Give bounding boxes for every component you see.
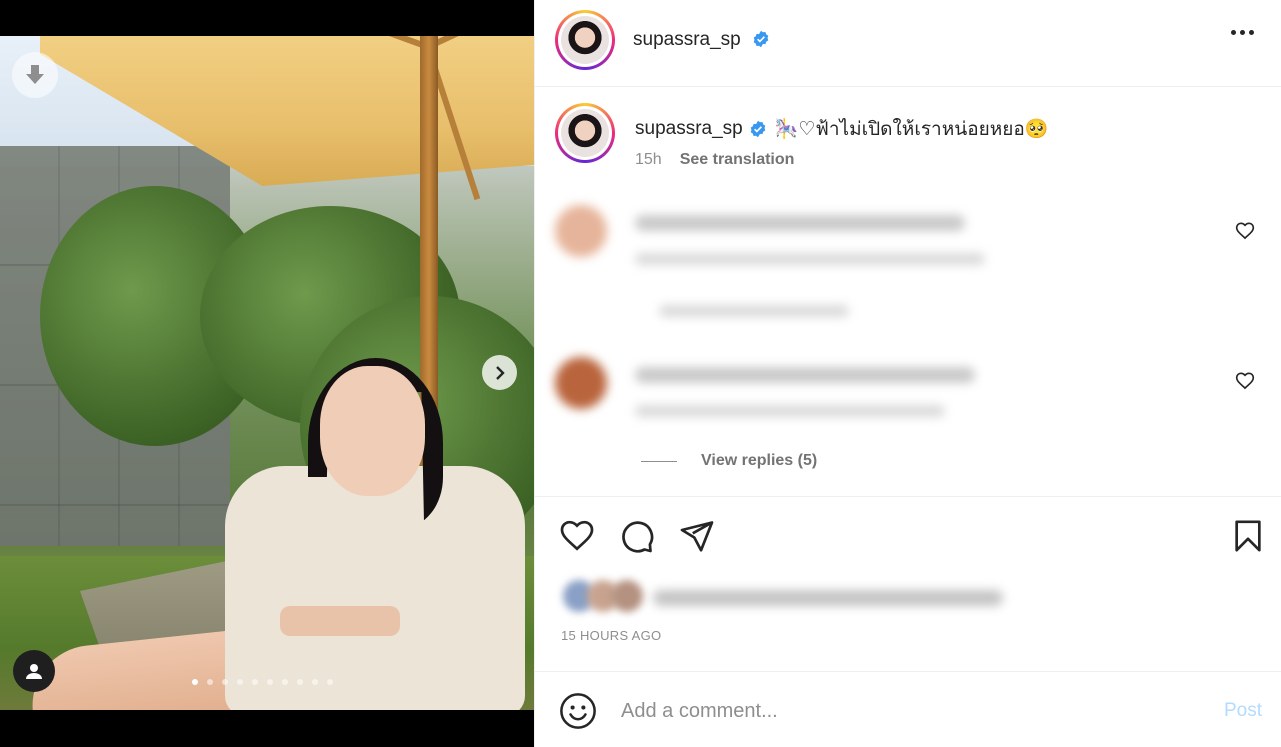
commenter-avatar[interactable] xyxy=(555,205,607,257)
carousel-dot xyxy=(297,679,303,685)
liked-by-blurred xyxy=(563,580,1023,614)
photo-midriff xyxy=(280,606,400,636)
heart-icon[interactable] xyxy=(557,516,597,556)
carousel-dot xyxy=(327,679,333,685)
view-replies-button[interactable]: View replies (5) xyxy=(641,452,817,470)
comment-text-blurred xyxy=(635,367,975,383)
paper-plane-icon[interactable] xyxy=(677,516,717,556)
carousel-dot xyxy=(222,679,228,685)
liker-avatar xyxy=(611,580,643,612)
comment-replies-blurred xyxy=(659,305,849,317)
caption-meta: 15h See translation xyxy=(635,151,794,169)
post-sidebar: supassra_sp supassra_sp 🎠♡ฟ้าไม่เปิดให้เ… xyxy=(534,0,1281,747)
more-horizontal-icon[interactable] xyxy=(1231,30,1254,35)
commenter-avatar[interactable] xyxy=(555,357,607,409)
comment-like-heart-icon[interactable] xyxy=(1235,371,1255,391)
caption-timestamp[interactable]: 15h xyxy=(635,151,662,169)
download-arrow-icon[interactable] xyxy=(12,52,58,98)
caption-author-avatar[interactable] xyxy=(555,103,615,163)
post-actions-bar xyxy=(557,516,1268,556)
author-username-text[interactable]: supassra_sp xyxy=(633,29,741,50)
comment-meta-blurred xyxy=(635,253,985,265)
caption-body: 🎠♡ฟ้าไม่เปิดให้เราหน่อยหยอ🥺 xyxy=(774,119,1049,140)
verified-badge-icon xyxy=(750,120,766,138)
liked-by-text-blurred[interactable] xyxy=(653,590,1003,606)
carousel-dot xyxy=(192,679,198,685)
carousel-indicator xyxy=(192,679,333,685)
carousel-dot xyxy=(252,679,258,685)
see-translation-link[interactable]: See translation xyxy=(680,151,795,169)
post-time-ago: 15 HOURS AGO xyxy=(561,628,662,643)
carousel-dot xyxy=(267,679,273,685)
post-photo[interactable] xyxy=(0,36,534,710)
verified-badge-icon xyxy=(753,30,769,48)
post-comment-button[interactable]: Post xyxy=(1224,700,1262,722)
add-comment-bar: Post xyxy=(535,672,1281,747)
smiley-icon[interactable] xyxy=(559,692,597,730)
photo-face xyxy=(320,366,425,496)
comment-bubble-icon[interactable] xyxy=(617,516,657,556)
comment-item xyxy=(555,205,1255,335)
replies-divider-line xyxy=(641,460,677,462)
comment-meta-blurred xyxy=(635,405,945,417)
author-avatar[interactable] xyxy=(555,10,615,70)
bookmark-icon[interactable] xyxy=(1228,516,1268,556)
carousel-dot xyxy=(237,679,243,685)
post-media xyxy=(0,0,534,747)
carousel-dot xyxy=(207,679,213,685)
post-header: supassra_sp xyxy=(535,0,1281,87)
comment-text-blurred xyxy=(635,215,965,231)
author-username[interactable]: supassra_sp xyxy=(633,29,770,51)
photo-outfit xyxy=(225,466,525,710)
post-caption: supassra_sp 🎠♡ฟ้าไม่เปิดให้เราหน่อยหยอ🥺 xyxy=(635,114,1048,144)
comment-like-heart-icon[interactable] xyxy=(1235,221,1255,241)
caption-username[interactable]: supassra_sp xyxy=(635,118,743,140)
user-tag-icon[interactable] xyxy=(13,650,55,692)
comment-item xyxy=(555,355,1255,435)
add-comment-input[interactable] xyxy=(621,694,1181,728)
actions-divider xyxy=(535,496,1281,497)
view-replies-label[interactable]: View replies (5) xyxy=(701,452,817,470)
carousel-dot xyxy=(312,679,318,685)
chevron-right-icon[interactable] xyxy=(482,355,517,390)
carousel-dot xyxy=(282,679,288,685)
